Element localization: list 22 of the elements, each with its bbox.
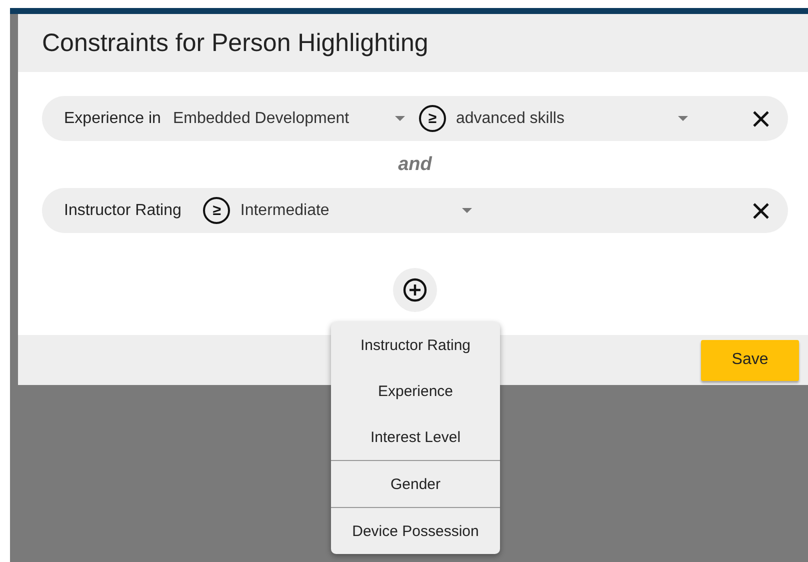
menu-item[interactable]: Experience <box>331 368 500 414</box>
menu-item[interactable]: Instructor Rating <box>331 322 500 368</box>
value-select[interactable]: Intermediate <box>240 202 476 220</box>
dialog-title: Constraints for Person Highlighting <box>42 28 428 58</box>
caret-icon <box>394 116 405 121</box>
menu-item[interactable]: Gender <box>331 461 500 507</box>
subject-select[interactable]: Embedded Development <box>172 110 409 128</box>
constraint-label: Experience in <box>64 110 161 128</box>
operator-toggle[interactable]: ≥ <box>418 105 446 132</box>
save-button[interactable]: Save <box>701 340 799 380</box>
constraint-label: Instructor Rating <box>64 202 182 220</box>
caret-icon <box>678 116 688 121</box>
plus-circle-icon <box>403 278 427 302</box>
menu-item[interactable]: Device Possession <box>331 508 500 554</box>
menu-item[interactable]: Interest Level <box>331 414 500 460</box>
operator-toggle[interactable]: ≥ <box>203 197 230 224</box>
value-select[interactable]: advanced skills <box>456 110 692 128</box>
caret-icon <box>462 208 472 213</box>
close-icon <box>753 110 769 126</box>
add-button[interactable] <box>393 268 437 312</box>
conjunction-label: and <box>398 154 432 176</box>
close-icon <box>753 202 769 218</box>
